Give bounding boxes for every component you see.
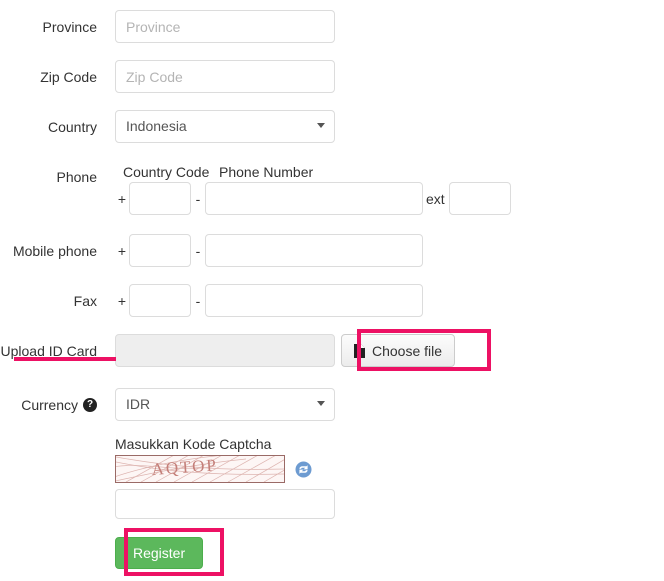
fax-plus-sign: + [117, 292, 127, 309]
form-row-fax: Fax + - [0, 284, 664, 318]
form-row-submit: Register [0, 537, 664, 569]
fax-country-code-input[interactable] [129, 284, 191, 317]
captcha-image: AQTOP [115, 455, 285, 483]
refresh-icon[interactable] [295, 461, 312, 478]
upload-file-name-input[interactable] [115, 334, 335, 367]
captcha-title: Masukkan Kode Captcha [115, 436, 272, 452]
zip-code-label: Zip Code [40, 69, 97, 85]
fax-field-wrap: + - [115, 284, 423, 317]
form-row-currency: Currency? IDR [0, 388, 664, 422]
phone-field-wrap: Country Code Phone Number + - ext [115, 160, 511, 215]
mobile-dash-separator: - [195, 242, 201, 259]
fax-dash-separator: - [195, 292, 201, 309]
captcha-input[interactable] [115, 489, 335, 519]
currency-label-text: Currency [21, 397, 78, 413]
currency-label: Currency? [0, 388, 115, 422]
mobile-phone-label: Mobile phone [12, 243, 97, 259]
submit-field-wrap: Register [115, 537, 204, 569]
annotation-underline-upload-id-card [14, 357, 116, 361]
country-select[interactable]: Indonesia [115, 110, 335, 143]
form-row-captcha: Masukkan Kode Captcha AQTOP [0, 436, 664, 519]
phone-plus-sign: + [117, 190, 127, 207]
fax-label: Fax [73, 293, 97, 309]
mobile-country-code-input[interactable] [129, 234, 191, 267]
mobile-phone-inputs-line: + - [115, 234, 423, 267]
phone-ext-input[interactable] [448, 182, 511, 215]
zip-code-input[interactable] [115, 60, 335, 93]
phone-inputs-line: + - ext [115, 182, 511, 215]
form-row-upload-id-card: Upload ID Card Choose file [0, 334, 664, 368]
captcha-field-wrap: Masukkan Kode Captcha AQTOP [115, 436, 335, 519]
choose-file-button-label: Choose file [372, 342, 443, 359]
phone-country-code-header: Country Code [123, 164, 210, 180]
fax-inputs-line: + - [115, 284, 423, 317]
registration-form: Province Zip Code Country Indonesia Phon… [0, 0, 664, 581]
country-label: Country [47, 119, 97, 135]
upload-field-wrap: Choose file [115, 334, 456, 367]
country-field-wrap: Indonesia [115, 110, 335, 143]
mobile-plus-sign: + [117, 242, 127, 259]
currency-select-value: IDR [115, 388, 335, 421]
form-row-mobile-phone: Mobile phone + - [0, 234, 664, 268]
currency-field-wrap: IDR [115, 388, 335, 421]
phone-country-code-input[interactable] [129, 182, 191, 215]
phone-number-header: Phone Number [219, 164, 314, 180]
province-label: Province [42, 19, 97, 35]
phone-dash-separator: - [195, 190, 201, 207]
question-mark-icon[interactable]: ? [83, 398, 97, 413]
chevron-down-icon [317, 123, 325, 128]
chevron-down-icon [317, 401, 325, 406]
phone-ext-label: ext [426, 190, 445, 207]
register-button[interactable]: Register [115, 537, 204, 569]
currency-select[interactable]: IDR [115, 388, 335, 421]
phone-column-headers: Country Code Phone Number [115, 160, 511, 180]
phone-number-input[interactable] [205, 182, 423, 215]
captcha-image-row: AQTOP [115, 455, 335, 483]
province-field-wrap [115, 10, 335, 43]
zip-code-field-wrap [115, 60, 335, 93]
choose-file-button[interactable]: Choose file [341, 334, 456, 367]
form-row-zip-code: Zip Code [0, 60, 664, 94]
form-row-province: Province [0, 10, 664, 44]
upload-id-card-label: Upload ID Card [0, 343, 98, 359]
fax-number-input[interactable] [205, 284, 423, 317]
phone-label: Phone [56, 169, 97, 185]
form-row-phone: Phone Country Code Phone Number + - ext [0, 160, 664, 215]
country-select-value: Indonesia [115, 110, 335, 143]
form-row-country: Country Indonesia [0, 110, 664, 144]
mobile-number-input[interactable] [205, 234, 423, 267]
file-icon [354, 343, 365, 358]
province-input[interactable] [115, 10, 335, 43]
mobile-phone-field-wrap: + - [115, 234, 423, 267]
